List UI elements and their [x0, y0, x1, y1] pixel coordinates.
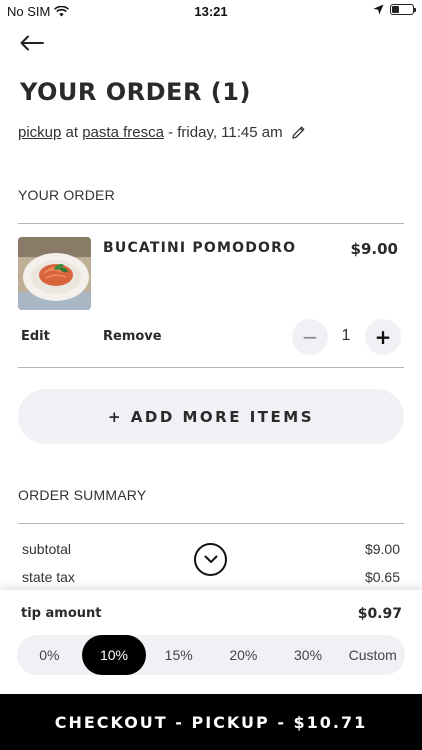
add-more-items-button[interactable]: + ADD MORE ITEMS — [18, 389, 404, 444]
pickup-at-text: at — [61, 124, 83, 141]
tip-option-20[interactable]: 20% — [211, 635, 276, 675]
plus-icon: + — [374, 325, 392, 349]
tip-option-10[interactable]: 10% — [81, 635, 147, 675]
pickup-details: pickup at pasta fresca - friday, 11:45 a… — [18, 124, 306, 141]
quantity-increase-button[interactable]: + — [365, 319, 401, 355]
tip-option-custom[interactable]: Custom — [340, 635, 405, 675]
minus-icon: − — [301, 325, 319, 349]
summary-divider — [18, 523, 404, 524]
tip-label: tip amount — [21, 606, 102, 621]
pickup-schedule-text: - friday, 11:45 am — [163, 124, 283, 141]
status-bar: No SIM 13:21 — [0, 0, 422, 22]
back-button[interactable] — [18, 30, 46, 56]
arrow-left-icon — [20, 35, 44, 51]
item-thumbnail — [18, 237, 91, 310]
order-section-label: YOUR ORDER — [18, 187, 115, 203]
order-top-divider — [18, 223, 404, 224]
summary-value: $9.00 — [364, 541, 400, 557]
summary-value: $0.65 — [364, 569, 400, 585]
quantity-value: 1 — [341, 327, 351, 344]
battery-level — [392, 6, 399, 13]
summary-label: state tax — [22, 569, 75, 585]
summary-label: subtotal — [22, 541, 72, 557]
order-bottom-divider — [18, 367, 404, 368]
pasta-dish-image — [18, 237, 91, 310]
status-time: 13:21 — [194, 4, 228, 19]
summary-section-label: ORDER SUMMARY — [18, 487, 147, 503]
tip-panel: tip amount $0.97 0% 10% 15% 20% 30% Cust… — [0, 590, 422, 694]
tip-option-30[interactable]: 30% — [276, 635, 341, 675]
checkout-button[interactable]: CHECKOUT - PICKUP - $10.71 — [0, 694, 422, 750]
item-price: $9.00 — [350, 240, 398, 258]
pickup-mode-link[interactable]: pickup — [18, 124, 61, 141]
chevron-down-icon — [204, 555, 217, 563]
edit-pickup-button[interactable] — [291, 125, 306, 140]
quantity-decrease-button[interactable]: − — [292, 319, 328, 355]
tip-options: 0% 10% 15% 20% 30% Custom — [17, 635, 405, 675]
tip-option-15[interactable]: 15% — [146, 635, 211, 675]
tip-value: $0.97 — [357, 606, 402, 622]
restaurant-link[interactable]: pasta fresca — [82, 124, 164, 141]
item-name: BUCATINI POMODORO — [103, 240, 297, 256]
pencil-icon — [291, 126, 305, 139]
tip-option-0[interactable]: 0% — [17, 635, 82, 675]
status-right-group — [373, 4, 416, 15]
expand-summary-button[interactable] — [194, 543, 227, 576]
location-arrow-icon — [373, 4, 384, 15]
page-title: YOUR ORDER (1) — [20, 78, 251, 106]
edit-item-button[interactable]: Edit — [21, 329, 50, 344]
battery-icon — [390, 4, 416, 15]
remove-item-button[interactable]: Remove — [103, 329, 162, 344]
